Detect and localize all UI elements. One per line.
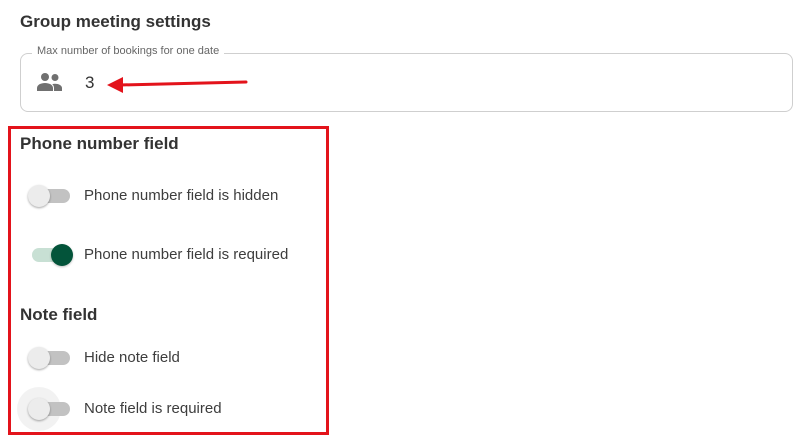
hide-note-label: Hide note field [84,349,180,366]
toggle-row-phone-hidden: Phone number field is hidden [28,183,318,209]
note-section-title: Note field [20,305,98,324]
toggle-knob [28,185,50,207]
phone-required-label: Phone number field is required [84,246,289,263]
hide-note-toggle[interactable] [28,345,74,371]
group-people-icon [37,73,62,91]
annotation-arrow-icon [107,77,248,93]
phone-required-toggle[interactable] [28,242,74,268]
toggle-knob [51,244,73,266]
group-meeting-title: Group meeting settings [20,12,211,31]
phone-hidden-toggle[interactable] [28,183,74,209]
toggle-knob [28,347,50,369]
toggle-row-note-required: Note field is required [17,387,318,431]
annotation-highlight-box [8,126,329,435]
phone-hidden-label: Phone number field is hidden [84,187,279,204]
phone-section-title: Phone number field [20,134,179,153]
toggle-row-phone-required: Phone number field is required [28,242,318,268]
toggle-knob [28,398,50,420]
max-bookings-value[interactable]: 3 [85,73,94,93]
toggle-row-hide-note: Hide note field [28,345,318,371]
note-required-label: Note field is required [84,400,222,417]
max-bookings-label: Max number of bookings for one date [32,45,225,57]
note-required-toggle[interactable] [17,387,74,431]
